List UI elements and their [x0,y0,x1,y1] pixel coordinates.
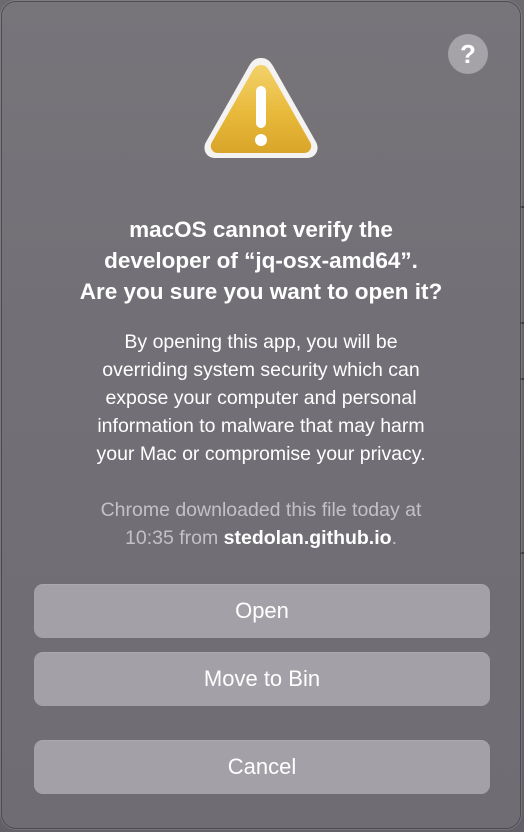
source-time-text: 10:35 from [125,527,224,549]
cancel-button[interactable]: Cancel [34,740,490,794]
message-line: expose your computer and personal [105,387,417,409]
source-line: 10:35 from stedolan.github.io. [22,524,500,552]
message-line: information to malware that may harm [97,415,425,437]
source-suffix: . [391,527,397,549]
source-line: Chrome downloaded this file today at [100,499,422,521]
title-line: developer of “jq-osx-amd64”. [104,248,418,273]
dialog-message: By opening this app, you will be overrid… [22,328,500,468]
source-host: stedolan.github.io [223,527,392,549]
download-source-info: Chrome downloaded this file today at 10:… [22,496,500,552]
dialog-title: macOS cannot verify the developer of “jq… [22,214,500,307]
title-line: Are you sure you want to open it? [79,279,443,304]
message-line: overriding system security which can [102,359,420,381]
message-line: By opening this app, you will be [124,331,398,353]
warning-triangle-icon [204,58,318,158]
message-line: your Mac or compromise your privacy. [96,443,426,465]
title-line: macOS cannot verify the [129,217,393,242]
security-alert-dialog: ? macOS cannot verify the developer of “… [2,2,520,828]
move-to-bin-button[interactable]: Move to Bin [34,652,490,706]
open-button[interactable]: Open [34,584,490,638]
help-button[interactable]: ? [448,34,488,74]
